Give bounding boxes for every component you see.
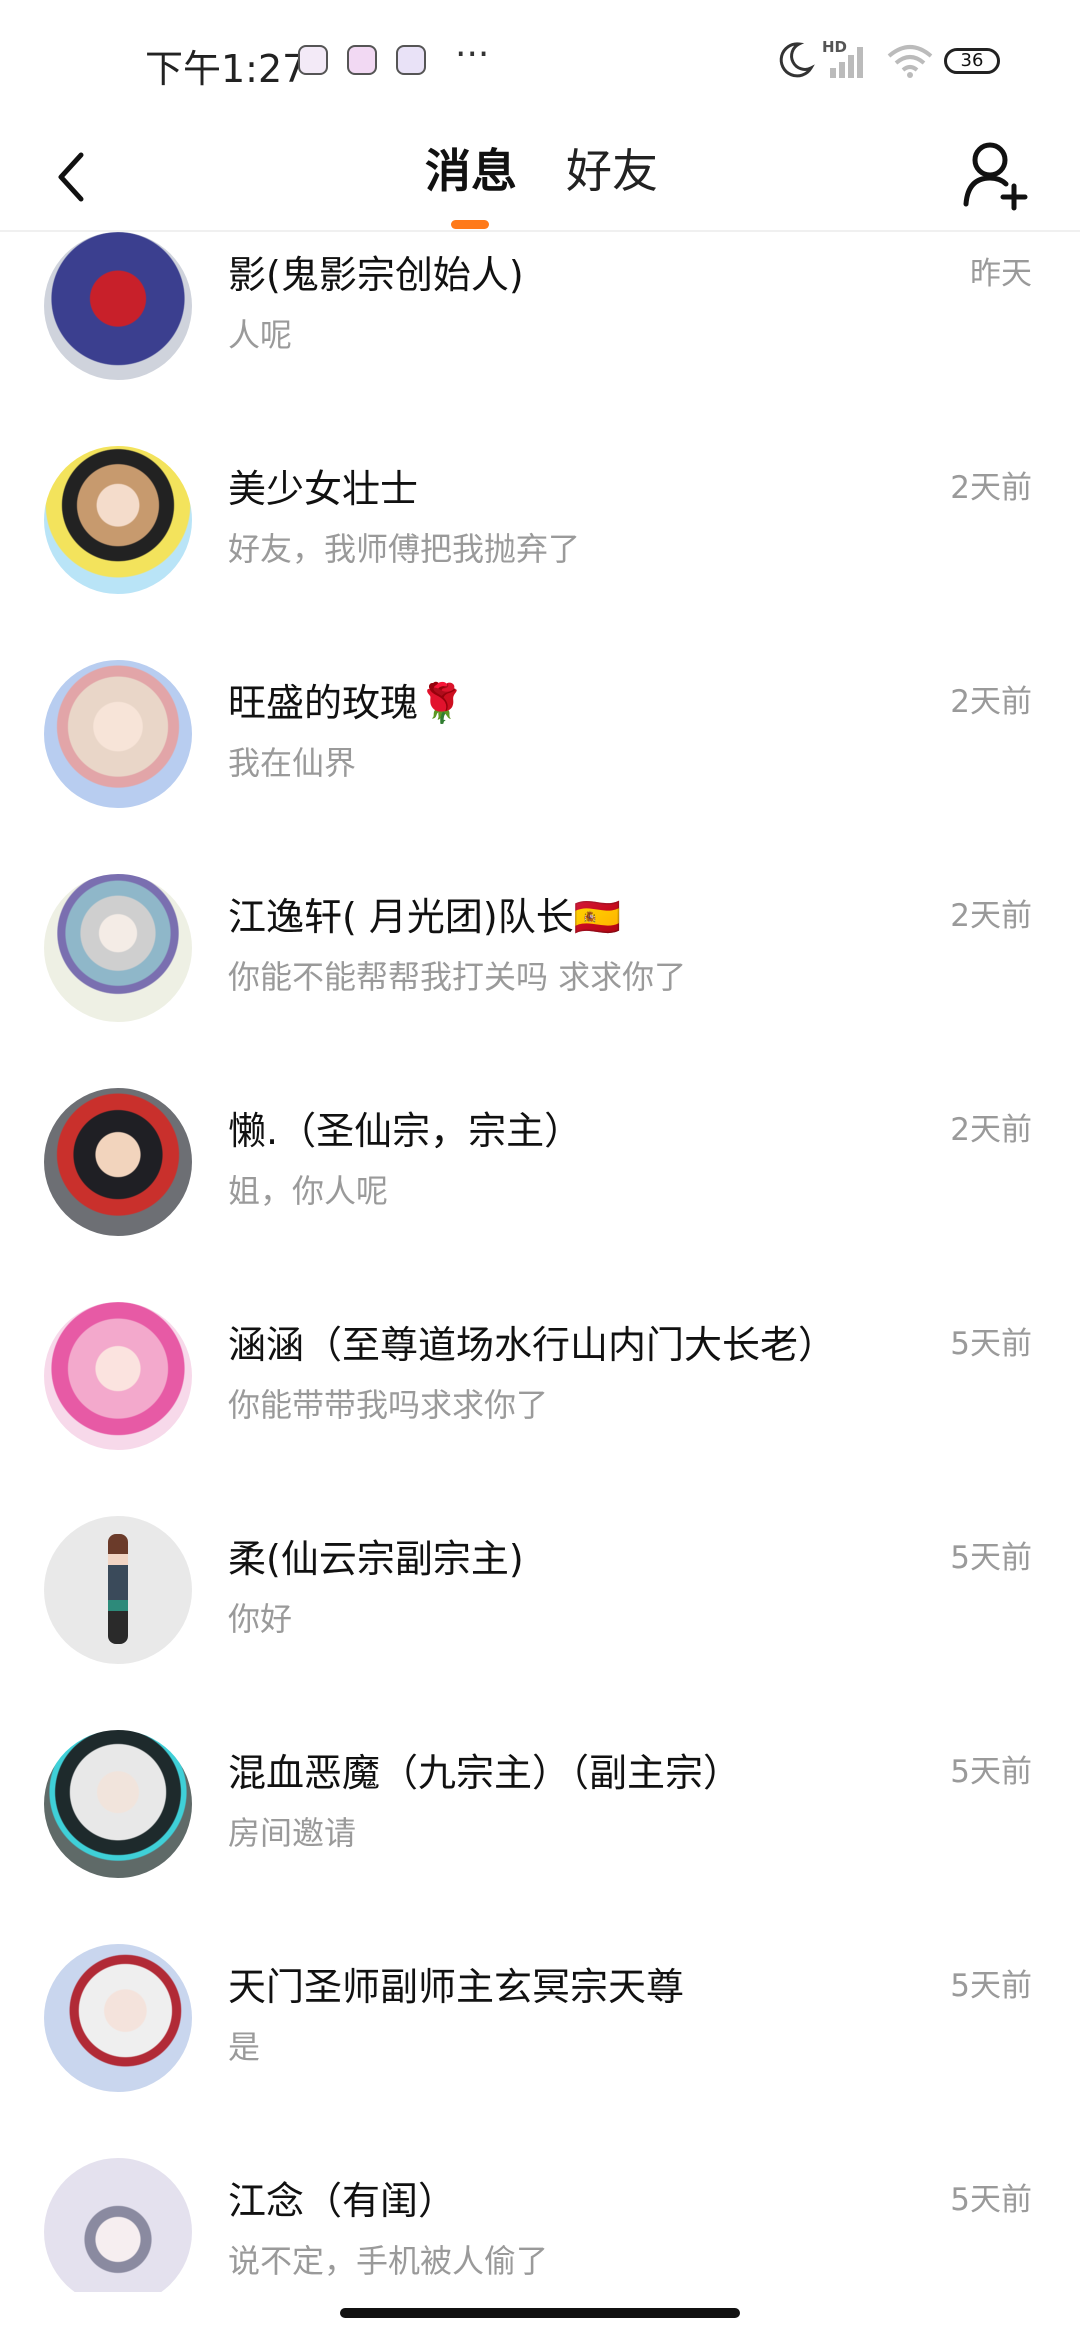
message-time: 5天前 bbox=[950, 1540, 1032, 1576]
contact-name: 美少女壮士 bbox=[228, 467, 419, 511]
tab-messages[interactable]: 消息 bbox=[425, 135, 517, 201]
conversation-row[interactable]: 懒.（圣仙宗，宗主） 姐，你人呢 2天前 bbox=[0, 1088, 1080, 1302]
contact-name: 天门圣师副师主玄冥宗天尊 bbox=[228, 1965, 685, 2009]
contact-name: 旺盛的玫瑰🌹 bbox=[228, 681, 466, 725]
message-time: 2天前 bbox=[950, 898, 1032, 934]
notification-icon bbox=[298, 45, 328, 75]
message-preview: 你能带带我吗求求你了 bbox=[228, 1386, 549, 1424]
message-preview: 人呢 bbox=[228, 316, 293, 354]
avatar bbox=[44, 1730, 192, 1878]
message-preview: 房间邀请 bbox=[228, 1814, 357, 1852]
message-time: 2天前 bbox=[950, 684, 1032, 720]
avatar bbox=[44, 2158, 192, 2292]
message-preview: 你能不能帮帮我打关吗 求求你了 bbox=[228, 958, 687, 996]
contact-name: 混血恶魔（九宗主）（副主宗） bbox=[228, 1751, 742, 1795]
message-preview: 好友，我师傅把我抛弃了 bbox=[228, 530, 581, 568]
status-bar: 下午1:27 ··· HD 36 bbox=[0, 0, 1080, 120]
back-button[interactable] bbox=[40, 142, 100, 212]
notification-icon bbox=[347, 45, 377, 75]
avatar bbox=[44, 1088, 192, 1236]
tab-friends[interactable]: 好友 bbox=[566, 135, 658, 201]
conversation-row[interactable]: 混血恶魔（九宗主）（副主宗） 房间邀请 5天前 bbox=[0, 1730, 1080, 1944]
wifi-icon bbox=[887, 45, 933, 78]
contact-name: 柔(仙云宗副宗主) bbox=[228, 1537, 524, 1581]
add-user-icon bbox=[963, 142, 1028, 211]
status-time: 下午1:27 bbox=[145, 47, 307, 91]
add-friend-button[interactable] bbox=[960, 138, 1030, 213]
conversation-row[interactable]: 涵涵（至尊道场水行山内门大长老） 你能带带我吗求求你了 5天前 bbox=[0, 1302, 1080, 1516]
conversation-row[interactable]: 江念（有闺） 说不定，手机被人偷了 5天前 bbox=[0, 2158, 1080, 2292]
avatar bbox=[44, 660, 192, 808]
message-preview: 姐，你人呢 bbox=[228, 1172, 389, 1210]
message-preview: 说不定，手机被人偷了 bbox=[228, 2242, 549, 2280]
nav-header: 消息 好友 bbox=[0, 120, 1080, 232]
message-time: 5天前 bbox=[950, 2182, 1032, 2218]
message-time: 2天前 bbox=[950, 1112, 1032, 1148]
message-time: 5天前 bbox=[950, 1754, 1032, 1790]
conversation-row[interactable]: 江逸轩( 月光团)队长🇪🇸 你能不能帮帮我打关吗 求求你了 2天前 bbox=[0, 874, 1080, 1088]
battery-level: 36 bbox=[960, 50, 984, 71]
conversation-row[interactable]: 柔(仙云宗副宗主) 你好 5天前 bbox=[0, 1516, 1080, 1730]
avatar bbox=[44, 874, 192, 1022]
conversation-list: 影(鬼影宗创始人) 人呢 昨天 美少女壮士 好友，我师傅把我抛弃了 2天前 旺盛… bbox=[0, 232, 1080, 2292]
notification-icon bbox=[396, 45, 426, 75]
message-time: 5天前 bbox=[950, 1326, 1032, 1362]
message-time: 5天前 bbox=[950, 1968, 1032, 2004]
avatar-figure bbox=[108, 1534, 128, 1644]
signal-icon bbox=[830, 47, 863, 78]
avatar bbox=[44, 232, 192, 380]
message-preview: 是 bbox=[228, 2028, 261, 2066]
contact-name: 影(鬼影宗创始人) bbox=[228, 253, 524, 297]
conversation-row[interactable]: 影(鬼影宗创始人) 人呢 昨天 bbox=[0, 232, 1080, 446]
contact-name: 江念（有闺） bbox=[228, 2179, 457, 2223]
message-preview: 我在仙界 bbox=[228, 744, 357, 782]
active-tab-indicator bbox=[451, 220, 489, 229]
message-time: 2天前 bbox=[950, 470, 1032, 506]
home-indicator[interactable] bbox=[340, 2308, 740, 2318]
conversation-row[interactable]: 美少女壮士 好友，我师傅把我抛弃了 2天前 bbox=[0, 446, 1080, 660]
avatar bbox=[44, 1944, 192, 2092]
avatar bbox=[44, 446, 192, 594]
contact-name: 懒.（圣仙宗，宗主） bbox=[228, 1109, 583, 1153]
conversation-row[interactable]: 旺盛的玫瑰🌹 我在仙界 2天前 bbox=[0, 660, 1080, 874]
battery-icon: 36 bbox=[944, 48, 1000, 74]
contact-name: 涵涵（至尊道场水行山内门大长老） bbox=[228, 1323, 837, 1367]
message-preview: 你好 bbox=[228, 1600, 293, 1638]
contact-name: 江逸轩( 月光团)队长🇪🇸 bbox=[228, 895, 622, 939]
avatar bbox=[44, 1516, 192, 1664]
moon-icon bbox=[779, 42, 815, 78]
chevron-left-icon bbox=[58, 152, 84, 202]
conversation-row[interactable]: 天门圣师副师主玄冥宗天尊 是 5天前 bbox=[0, 1944, 1080, 2158]
more-notifications-icon: ··· bbox=[455, 34, 490, 75]
message-time: 昨天 bbox=[970, 256, 1032, 292]
avatar bbox=[44, 1302, 192, 1450]
